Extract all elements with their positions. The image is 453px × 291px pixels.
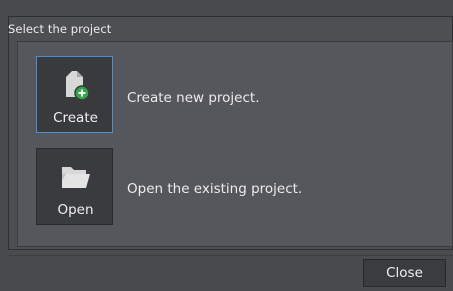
create-project-button[interactable]: Create — [36, 56, 113, 133]
folder-open-icon — [37, 159, 114, 195]
new-document-plus-icon — [37, 67, 114, 103]
open-description: Open the existing project. — [127, 181, 303, 197]
create-description: Create new project. — [127, 90, 260, 106]
open-tile-label: Open — [57, 202, 94, 218]
select-project-dialog: Select the project Create Create new pro… — [0, 0, 453, 291]
close-button[interactable]: Close — [363, 259, 446, 287]
open-project-button[interactable]: Open — [36, 148, 113, 225]
footer-divider — [8, 255, 453, 256]
create-tile-label: Create — [53, 110, 98, 126]
group-title: Select the project — [8, 22, 112, 36]
